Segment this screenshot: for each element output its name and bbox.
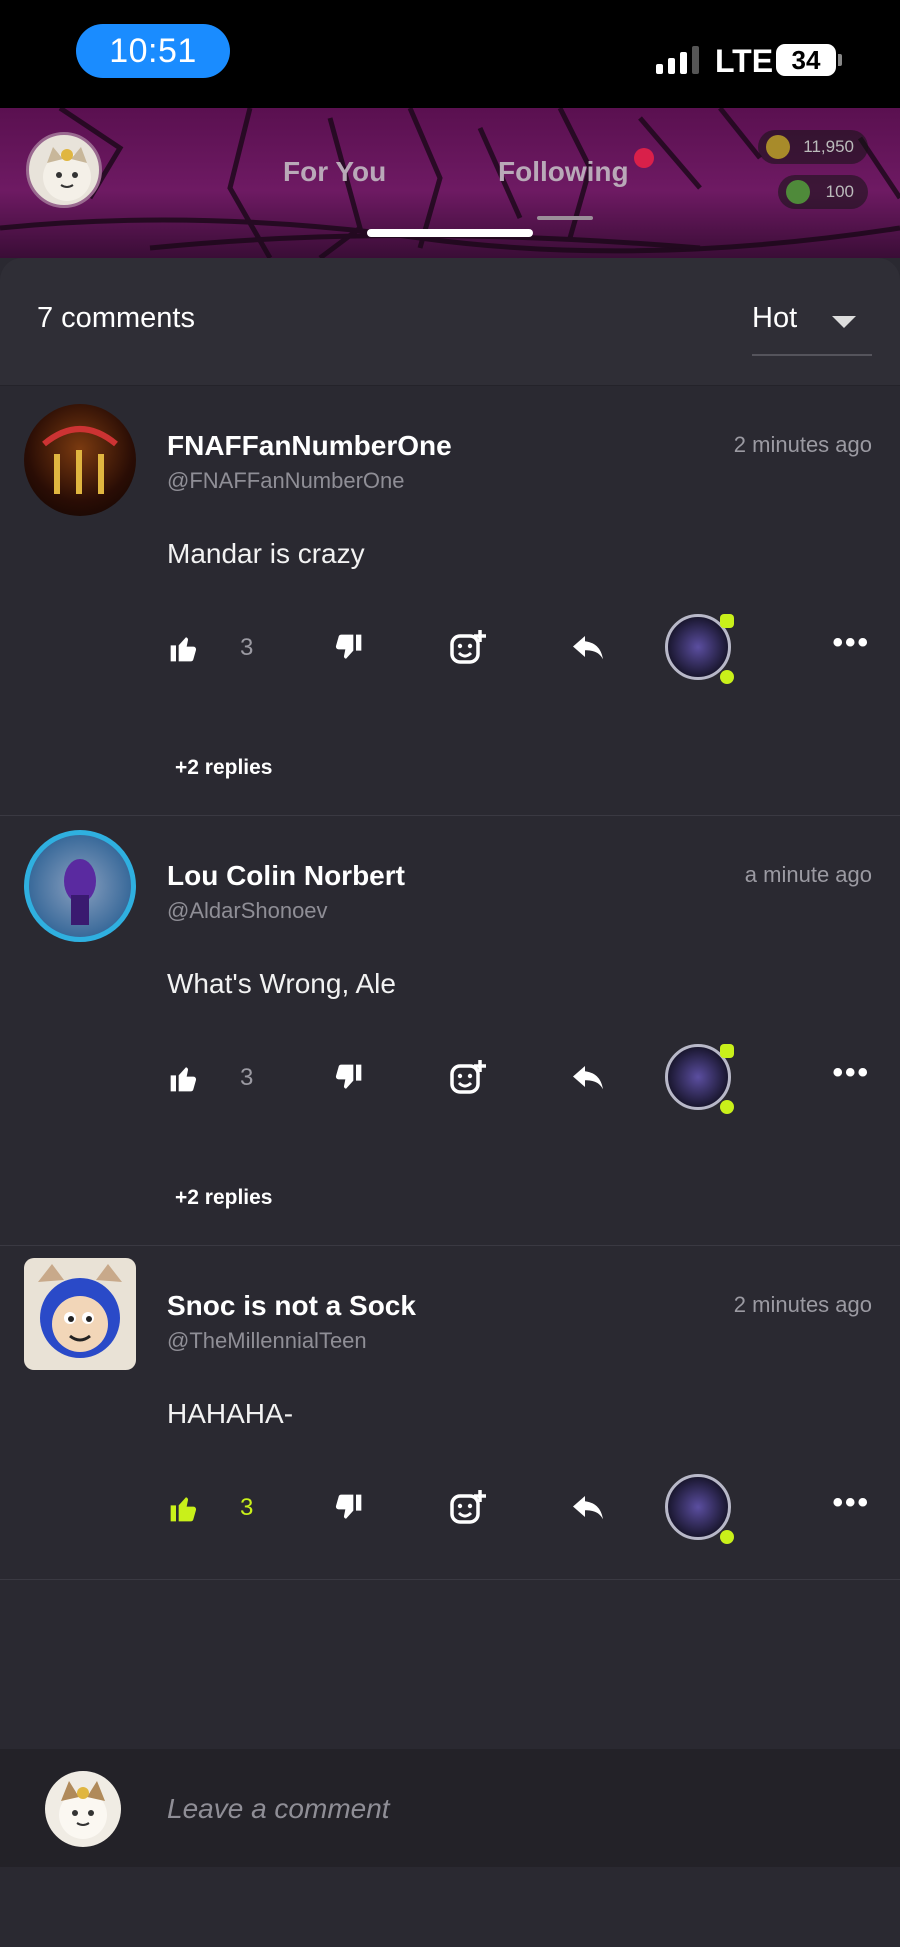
comments-sheet: 7 comments Hot FNAFFanNumberOne @FNAFFan… [0,258,900,1947]
more-icon[interactable]: ••• [832,626,870,660]
comment-author-handle[interactable]: @FNAFFanNumberOne [167,468,405,494]
comment-timestamp: a minute ago [744,862,872,887]
thumbs-down-icon[interactable] [330,1060,366,1096]
comment-count: 7 comments [37,302,195,334]
comment-input[interactable] [167,1787,847,1831]
comment-item: Snoc is not a Sock @TheMillennialTeen 2 … [0,1246,900,1580]
network-type: LTE [715,43,774,79]
comment-text: HAHAHA- [167,1398,294,1429]
avatar [45,1771,121,1847]
sort-dropdown[interactable]: Hot [752,298,872,356]
add-reaction-icon[interactable] [446,1486,490,1530]
battery-cap [838,54,842,66]
thumbs-down-icon[interactable] [330,1490,366,1526]
signal-icon [656,46,699,74]
thumbs-down-icon[interactable] [330,630,366,666]
heart-icon [720,1100,734,1114]
sheet-handle[interactable] [367,229,533,237]
avatar[interactable] [24,830,136,942]
add-reaction-icon[interactable] [446,626,490,670]
coins-balance[interactable]: 11,950 [758,130,868,164]
coins-value: 11,950 [803,137,854,156]
tab-following[interactable]: Following [498,156,629,188]
gems-balance[interactable]: 100 [778,175,868,209]
comment-item: Lou Colin Norbert @AldarShonoev a minute… [0,816,900,1246]
thumbs-up-icon[interactable] [166,1060,202,1096]
heart-icon [720,670,734,684]
reply-icon[interactable] [568,1488,608,1528]
avatar[interactable] [24,404,136,516]
avatar[interactable] [24,1258,136,1370]
heart-icon [720,1530,734,1544]
chevron-down-icon [832,316,856,328]
battery-icon: 34 [776,44,836,76]
profile-avatar[interactable] [26,132,102,208]
comment-timestamp: 2 minutes ago [733,1292,872,1317]
status-bar: 10:51 LTE 34 [0,0,900,108]
reaction-badge [720,1044,734,1058]
reaction-badge [720,614,734,628]
like-count: 3 [240,634,254,661]
add-reaction-icon[interactable] [446,1056,490,1100]
screen: 10:51 LTE 34 For You Following 11,950 10… [0,0,900,1947]
reaction-avatar[interactable] [665,1474,731,1540]
sort-label: Hot [752,302,798,334]
comment-author-name[interactable]: Lou Colin Norbert [167,860,405,892]
more-icon[interactable]: ••• [832,1486,870,1520]
more-icon[interactable]: ••• [832,1056,870,1090]
comment-author-name[interactable]: FNAFFanNumberOne [167,430,452,462]
tab-for-you[interactable]: For You [283,156,386,188]
coin-icon [766,135,790,159]
comment-composer [0,1749,900,1867]
comment-text: Mandar is crazy [167,538,365,569]
like-count: 3 [240,1494,254,1521]
comment-text: What's Wrong, Ale [167,968,396,999]
status-time: 10:51 [76,24,230,78]
notification-dot [634,148,654,168]
like-count: 3 [240,1064,254,1091]
gems-value: 100 [825,182,854,201]
comment-author-name[interactable]: Snoc is not a Sock [167,1290,416,1322]
thumbs-up-icon[interactable] [166,630,202,666]
comment-author-handle[interactable]: @AldarShonoev [167,898,328,924]
tab-indicator [537,216,593,220]
thumbs-up-icon[interactable] [166,1490,202,1526]
gem-icon [786,180,810,204]
reply-icon[interactable] [568,1058,608,1098]
comment-author-handle[interactable]: @TheMillennialTeen [167,1328,367,1354]
comment-item: FNAFFanNumberOne @FNAFFanNumberOne 2 min… [0,386,900,816]
replies-link[interactable]: +2 replies [175,756,272,780]
replies-link[interactable]: +2 replies [175,1186,272,1210]
comments-header: 7 comments Hot [0,258,900,386]
feed-header: For You Following 11,950 100 [0,108,900,258]
comment-timestamp: 2 minutes ago [733,432,872,457]
reply-icon[interactable] [568,628,608,668]
